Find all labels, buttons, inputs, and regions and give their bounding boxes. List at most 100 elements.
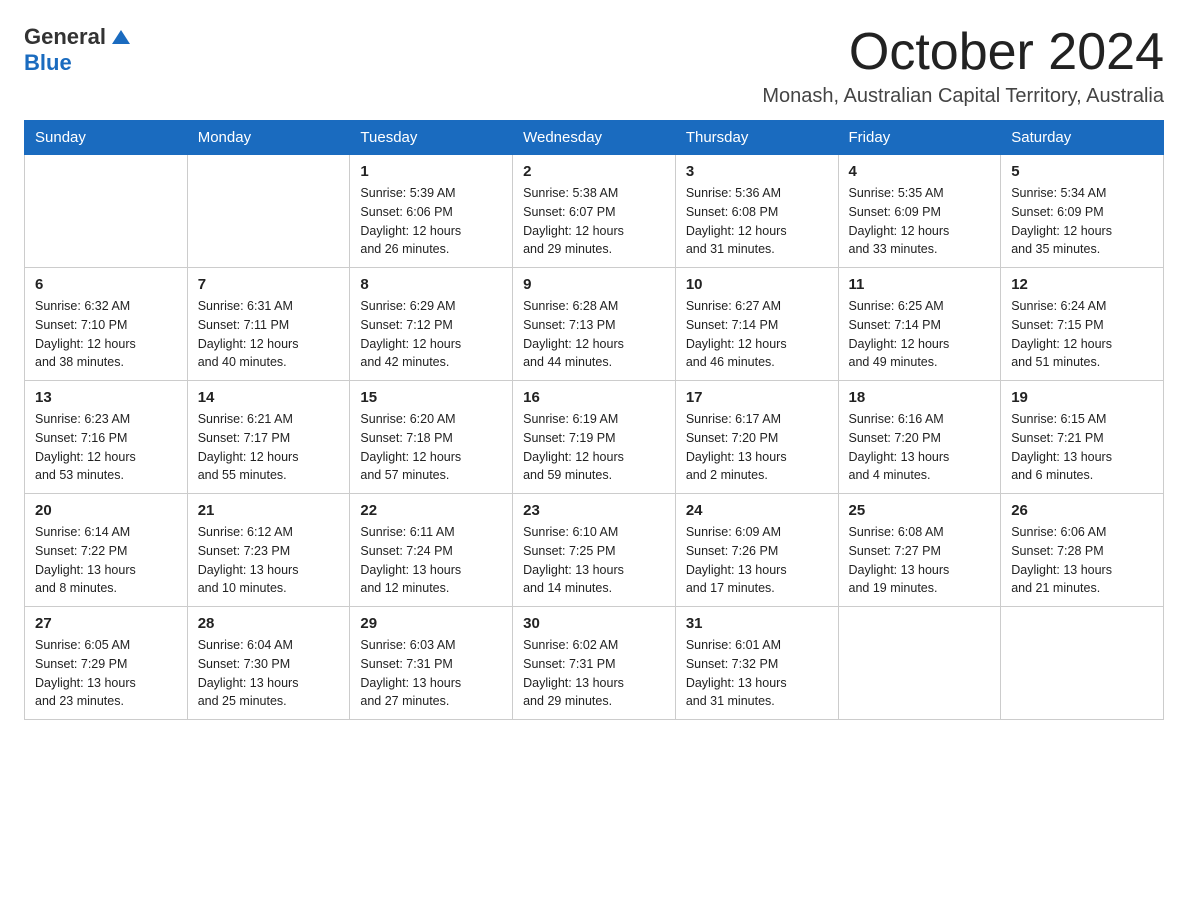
calendar-cell: 7 Sunrise: 6:31 AM Sunset: 7:11 PM Daylig… bbox=[187, 268, 350, 381]
day-number: 16 bbox=[523, 389, 665, 406]
weekday-header-tuesday: Tuesday bbox=[350, 121, 513, 155]
logo-general-text: General bbox=[24, 24, 106, 50]
day-number: 6 bbox=[35, 276, 177, 293]
day-info: Sunrise: 6:20 AM Sunset: 7:18 PM Dayligh… bbox=[360, 410, 502, 485]
calendar-cell bbox=[25, 155, 188, 268]
logo-blue-text: Blue bbox=[24, 50, 72, 75]
calendar-cell: 24Sunrise: 6:09 AM Sunset: 7:26 PM Dayli… bbox=[675, 494, 838, 607]
weekday-header-thursday: Thursday bbox=[675, 121, 838, 155]
calendar-cell: 31 Sunrise: 6:01 AM Sunset: 7:32 PM Dayli… bbox=[675, 607, 838, 720]
day-info: Sunrise: 6:10 AM Sunset: 7:25 PM Dayligh… bbox=[523, 523, 665, 598]
day-number: 13 bbox=[35, 389, 177, 406]
calendar-week-row: 6 Sunrise: 6:32 AM Sunset: 7:10 PM Daylig… bbox=[25, 268, 1164, 381]
calendar-cell: 5 Sunrise: 5:34 AM Sunset: 6:09 PM Daylig… bbox=[1001, 155, 1164, 268]
calendar-table: SundayMondayTuesdayWednesdayThursdayFrid… bbox=[24, 120, 1164, 720]
day-number: 26 bbox=[1011, 502, 1153, 519]
day-number: 31 bbox=[686, 615, 828, 632]
calendar-cell: 18 Sunrise: 6:16 AM Sunset: 7:20 PM Dayli… bbox=[838, 381, 1001, 494]
day-number: 14 bbox=[198, 389, 340, 406]
calendar-cell bbox=[1001, 607, 1164, 720]
day-number: 15 bbox=[360, 389, 502, 406]
day-info: Sunrise: 6:03 AM Sunset: 7:31 PM Dayligh… bbox=[360, 636, 502, 711]
day-info: Sunrise: 6:16 AM Sunset: 7:20 PM Dayligh… bbox=[849, 410, 991, 485]
calendar-week-row: 13 Sunrise: 6:23 AM Sunset: 7:16 PM Dayli… bbox=[25, 381, 1164, 494]
day-number: 24 bbox=[686, 502, 828, 519]
day-number: 2 bbox=[523, 163, 665, 180]
day-number: 11 bbox=[849, 276, 991, 293]
day-info: Sunrise: 6:21 AM Sunset: 7:17 PM Dayligh… bbox=[198, 410, 340, 485]
day-number: 28 bbox=[198, 615, 340, 632]
day-number: 25 bbox=[849, 502, 991, 519]
logo-triangle-icon bbox=[110, 26, 132, 48]
day-info: Sunrise: 6:12 AM Sunset: 7:23 PM Dayligh… bbox=[198, 523, 340, 598]
day-number: 21 bbox=[198, 502, 340, 519]
day-number: 3 bbox=[686, 163, 828, 180]
day-info: Sunrise: 6:15 AM Sunset: 7:21 PM Dayligh… bbox=[1011, 410, 1153, 485]
day-info: Sunrise: 6:08 AM Sunset: 7:27 PM Dayligh… bbox=[849, 523, 991, 598]
day-info: Sunrise: 5:34 AM Sunset: 6:09 PM Dayligh… bbox=[1011, 184, 1153, 259]
day-info: Sunrise: 6:23 AM Sunset: 7:16 PM Dayligh… bbox=[35, 410, 177, 485]
location-title: Monash, Australian Capital Territory, Au… bbox=[762, 85, 1164, 108]
day-info: Sunrise: 6:24 AM Sunset: 7:15 PM Dayligh… bbox=[1011, 297, 1153, 372]
calendar-cell: 3 Sunrise: 5:36 AM Sunset: 6:08 PM Daylig… bbox=[675, 155, 838, 268]
day-info: Sunrise: 6:14 AM Sunset: 7:22 PM Dayligh… bbox=[35, 523, 177, 598]
calendar-cell: 17Sunrise: 6:17 AM Sunset: 7:20 PM Dayli… bbox=[675, 381, 838, 494]
day-info: Sunrise: 6:31 AM Sunset: 7:11 PM Dayligh… bbox=[198, 297, 340, 372]
calendar-cell: 29Sunrise: 6:03 AM Sunset: 7:31 PM Dayli… bbox=[350, 607, 513, 720]
calendar-cell: 28 Sunrise: 6:04 AM Sunset: 7:30 PM Dayli… bbox=[187, 607, 350, 720]
calendar-cell: 23 Sunrise: 6:10 AM Sunset: 7:25 PM Dayli… bbox=[513, 494, 676, 607]
day-number: 12 bbox=[1011, 276, 1153, 293]
day-info: Sunrise: 6:01 AM Sunset: 7:32 PM Dayligh… bbox=[686, 636, 828, 711]
day-info: Sunrise: 5:36 AM Sunset: 6:08 PM Dayligh… bbox=[686, 184, 828, 259]
day-number: 19 bbox=[1011, 389, 1153, 406]
calendar-cell: 9Sunrise: 6:28 AM Sunset: 7:13 PM Daylig… bbox=[513, 268, 676, 381]
day-number: 8 bbox=[360, 276, 502, 293]
calendar-cell: 4 Sunrise: 5:35 AM Sunset: 6:09 PM Daylig… bbox=[838, 155, 1001, 268]
day-info: Sunrise: 6:06 AM Sunset: 7:28 PM Dayligh… bbox=[1011, 523, 1153, 598]
day-info: Sunrise: 5:35 AM Sunset: 6:09 PM Dayligh… bbox=[849, 184, 991, 259]
calendar-cell: 12 Sunrise: 6:24 AM Sunset: 7:15 PM Dayli… bbox=[1001, 268, 1164, 381]
day-info: Sunrise: 6:28 AM Sunset: 7:13 PM Dayligh… bbox=[523, 297, 665, 372]
calendar-cell: 8Sunrise: 6:29 AM Sunset: 7:12 PM Daylig… bbox=[350, 268, 513, 381]
day-info: Sunrise: 5:38 AM Sunset: 6:07 PM Dayligh… bbox=[523, 184, 665, 259]
day-number: 10 bbox=[686, 276, 828, 293]
day-info: Sunrise: 6:32 AM Sunset: 7:10 PM Dayligh… bbox=[35, 297, 177, 372]
day-info: Sunrise: 6:04 AM Sunset: 7:30 PM Dayligh… bbox=[198, 636, 340, 711]
calendar-cell: 15 Sunrise: 6:20 AM Sunset: 7:18 PM Dayli… bbox=[350, 381, 513, 494]
weekday-header-row: SundayMondayTuesdayWednesdayThursdayFrid… bbox=[25, 121, 1164, 155]
day-info: Sunrise: 6:11 AM Sunset: 7:24 PM Dayligh… bbox=[360, 523, 502, 598]
day-number: 4 bbox=[849, 163, 991, 180]
day-number: 23 bbox=[523, 502, 665, 519]
calendar-week-row: 1Sunrise: 5:39 AM Sunset: 6:06 PM Daylig… bbox=[25, 155, 1164, 268]
calendar-cell: 13 Sunrise: 6:23 AM Sunset: 7:16 PM Dayli… bbox=[25, 381, 188, 494]
day-info: Sunrise: 6:05 AM Sunset: 7:29 PM Dayligh… bbox=[35, 636, 177, 711]
weekday-header-wednesday: Wednesday bbox=[513, 121, 676, 155]
month-title: October 2024 bbox=[762, 24, 1164, 81]
calendar-cell: 26 Sunrise: 6:06 AM Sunset: 7:28 PM Dayli… bbox=[1001, 494, 1164, 607]
day-info: Sunrise: 6:19 AM Sunset: 7:19 PM Dayligh… bbox=[523, 410, 665, 485]
calendar-week-row: 27 Sunrise: 6:05 AM Sunset: 7:29 PM Dayli… bbox=[25, 607, 1164, 720]
calendar-cell: 11 Sunrise: 6:25 AM Sunset: 7:14 PM Dayli… bbox=[838, 268, 1001, 381]
calendar-cell: 30Sunrise: 6:02 AM Sunset: 7:31 PM Dayli… bbox=[513, 607, 676, 720]
page-header: General Blue October 2024 Monash, Austra… bbox=[24, 24, 1164, 108]
day-number: 20 bbox=[35, 502, 177, 519]
calendar-week-row: 20 Sunrise: 6:14 AM Sunset: 7:22 PM Dayli… bbox=[25, 494, 1164, 607]
weekday-header-friday: Friday bbox=[838, 121, 1001, 155]
calendar-cell bbox=[838, 607, 1001, 720]
calendar-cell: 14 Sunrise: 6:21 AM Sunset: 7:17 PM Dayli… bbox=[187, 381, 350, 494]
day-number: 18 bbox=[849, 389, 991, 406]
day-number: 5 bbox=[1011, 163, 1153, 180]
day-info: Sunrise: 6:27 AM Sunset: 7:14 PM Dayligh… bbox=[686, 297, 828, 372]
calendar-cell bbox=[187, 155, 350, 268]
day-number: 22 bbox=[360, 502, 502, 519]
title-area: October 2024 Monash, Australian Capital … bbox=[762, 24, 1164, 108]
day-number: 27 bbox=[35, 615, 177, 632]
day-number: 30 bbox=[523, 615, 665, 632]
day-number: 7 bbox=[198, 276, 340, 293]
calendar-cell: 6 Sunrise: 6:32 AM Sunset: 7:10 PM Daylig… bbox=[25, 268, 188, 381]
calendar-cell: 20 Sunrise: 6:14 AM Sunset: 7:22 PM Dayli… bbox=[25, 494, 188, 607]
calendar-cell: 25 Sunrise: 6:08 AM Sunset: 7:27 PM Dayli… bbox=[838, 494, 1001, 607]
day-info: Sunrise: 6:25 AM Sunset: 7:14 PM Dayligh… bbox=[849, 297, 991, 372]
day-number: 17 bbox=[686, 389, 828, 406]
weekday-header-sunday: Sunday bbox=[25, 121, 188, 155]
